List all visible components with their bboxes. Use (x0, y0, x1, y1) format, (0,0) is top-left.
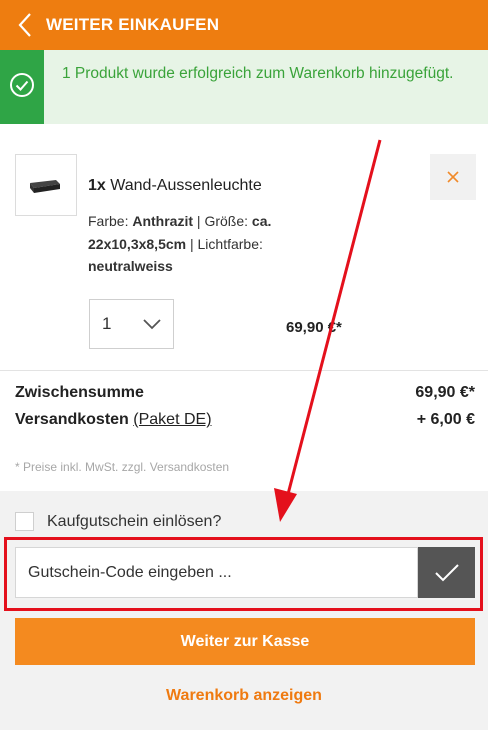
voucher-checkbox-row[interactable]: Kaufgutschein einlösen? (15, 512, 221, 531)
divider (0, 370, 488, 371)
voucher-submit-button[interactable] (418, 547, 475, 598)
notice-icon-bar (0, 50, 44, 124)
voucher-section: Kaufgutschein einlösen? Weiter zur Kasse… (0, 491, 488, 730)
success-notice: 1 Produkt wurde erfolgreich zum Warenkor… (0, 50, 488, 124)
notice-message: 1 Produkt wurde erfolgreich zum Warenkor… (62, 65, 454, 82)
quantity-select[interactable]: 1 (89, 299, 174, 349)
quantity-value: 1 (102, 314, 112, 333)
back-link-label: WEITER EINKAUFEN (46, 15, 220, 34)
voucher-code-input[interactable] (15, 547, 418, 598)
subtotal-value: 69,90 €* (415, 384, 475, 401)
price-note: * Preise inkl. MwSt. zzgl. Versandkosten (15, 460, 230, 474)
shipping-row: Versandkosten (Paket DE) + 6,00 € (15, 411, 475, 429)
chevron-down-icon (143, 317, 161, 335)
shipping-label-group: Versandkosten (Paket DE) (15, 411, 212, 429)
item-price: 69,90 €* (286, 319, 342, 336)
size-label: Größe: (204, 213, 249, 229)
attr-separator: | (189, 235, 194, 252)
shipping-label: Versandkosten (15, 411, 129, 428)
back-to-shop-link[interactable]: WEITER EINKAUFEN (0, 0, 488, 50)
item-title: 1x Wand-Aussenleuchte (88, 177, 262, 195)
shipping-value: + 6,00 € (416, 411, 475, 428)
voucher-checkbox[interactable] (15, 512, 34, 531)
voucher-checkbox-label: Kaufgutschein einlösen? (47, 512, 222, 530)
item-attributes: Farbe: Anthrazit | Größe: ca. 22x10,3x8,… (88, 210, 308, 278)
checkout-button[interactable]: Weiter zur Kasse (15, 618, 475, 665)
subtotal-label: Zwischensumme (15, 384, 144, 401)
shipping-method-link[interactable]: (Paket DE) (133, 411, 211, 428)
color-label: Farbe: (88, 213, 129, 229)
checkmark-icon (434, 563, 459, 581)
subtotal-row: Zwischensumme 69,90 €* (15, 384, 475, 402)
light-color-label: Lichtfarbe: (197, 235, 263, 252)
chevron-left-icon (18, 10, 40, 40)
product-thumbnail[interactable] (15, 154, 77, 216)
color-value: Anthrazit (132, 213, 194, 229)
close-icon (447, 171, 459, 183)
item-quantity-prefix: 1x (88, 177, 106, 194)
lamp-image-icon (30, 180, 60, 193)
remove-item-button[interactable] (430, 154, 476, 200)
light-color-value: neutralweiss (88, 258, 173, 274)
check-circle-icon (9, 72, 35, 103)
cart-item: 1x Wand-Aussenleuchte Farbe: Anthrazit |… (0, 124, 488, 370)
view-cart-link[interactable]: Warenkorb anzeigen (0, 687, 488, 705)
attr-separator: | (196, 213, 201, 229)
item-name: Wand-Aussenleuchte (110, 177, 262, 194)
